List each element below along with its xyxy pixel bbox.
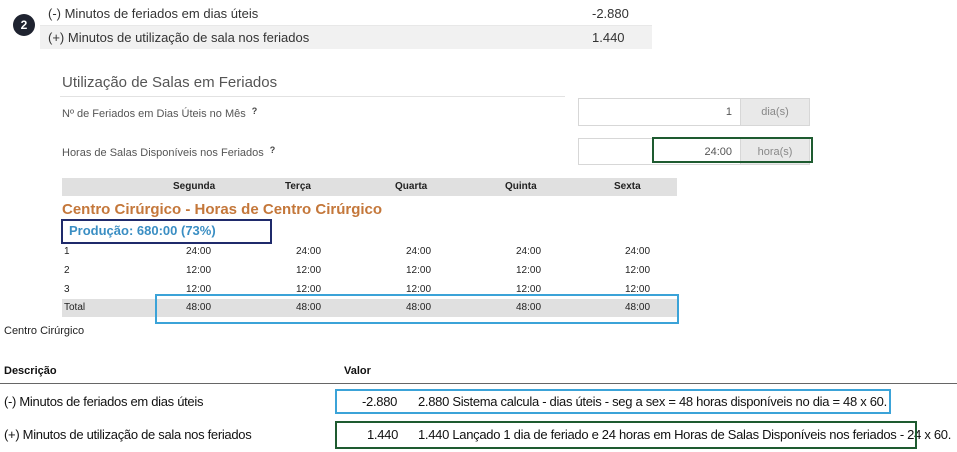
available-hours-label: Horas de Salas Disponíveis nos Feriados? bbox=[62, 145, 276, 159]
report-row-description: (+) Minutos de utilização de sala nos fe… bbox=[4, 427, 252, 442]
day-header: Segunda bbox=[173, 181, 216, 192]
row-cell: 12:00 bbox=[625, 265, 651, 276]
production-text: Produção: 680:00 (73%) bbox=[69, 223, 216, 238]
report-row-description: (-) Minutos de feriados em dias úteis bbox=[4, 394, 204, 409]
help-icon[interactable]: ? bbox=[270, 145, 276, 155]
row-cell: 24:00 bbox=[186, 246, 212, 257]
day-header: Terça bbox=[285, 181, 311, 192]
holidays-count-input[interactable]: 1 bbox=[578, 98, 741, 126]
row-cell: 24:00 bbox=[625, 246, 651, 257]
center-title: Centro Cirúrgico - Horas de Centro Cirúr… bbox=[62, 201, 383, 218]
schedule-row: 2 12:00 12:00 12:00 12:00 12:00 bbox=[62, 262, 677, 280]
row-label: 2 bbox=[64, 265, 70, 276]
row-label: Total bbox=[64, 302, 86, 313]
section-divider bbox=[60, 96, 565, 97]
note-highlight-box bbox=[335, 421, 917, 449]
column-header-value: Valor bbox=[344, 365, 371, 377]
row-cell: 12:00 bbox=[296, 265, 322, 276]
day-header: Quarta bbox=[395, 181, 428, 192]
row-cell: 12:00 bbox=[406, 265, 432, 276]
summary-row: (+) Minutos de utilização de sala nos fe… bbox=[40, 26, 652, 49]
day-header: Quinta bbox=[505, 181, 537, 192]
available-hours-label-text: Horas de Salas Disponíveis nos Feriados bbox=[62, 147, 264, 159]
summary-row-value: -2.880 bbox=[592, 6, 629, 21]
row-label: 3 bbox=[64, 284, 70, 295]
day-header: Sexta bbox=[614, 181, 641, 192]
holidays-count-label: Nº de Feriados em Dias Úteis no Mês? bbox=[62, 106, 258, 120]
row-cell: 24:00 bbox=[406, 246, 432, 257]
hours-highlight-box bbox=[652, 137, 813, 163]
report-section-label: Centro Cirúrgico bbox=[4, 325, 85, 337]
row-label: 1 bbox=[64, 246, 70, 257]
row-cell: 24:00 bbox=[296, 246, 322, 257]
holidays-count-label-text: Nº de Feriados em Dias Úteis no Mês bbox=[62, 108, 246, 120]
row-cell: 24:00 bbox=[516, 246, 542, 257]
section-title: Utilização de Salas em Feriados bbox=[62, 74, 278, 91]
help-icon[interactable]: ? bbox=[252, 106, 258, 116]
top-summary-table: (-) Minutos de feriados em dias úteis -2… bbox=[40, 0, 652, 50]
step-badge: 2 bbox=[13, 14, 35, 36]
row-cell: 12:00 bbox=[186, 265, 212, 276]
days-unit-addon: dia(s) bbox=[741, 98, 810, 126]
column-header-description: Descrição bbox=[4, 365, 57, 377]
schedule-row: 1 24:00 24:00 24:00 24:00 24:00 bbox=[62, 243, 677, 261]
totals-highlight-box bbox=[155, 294, 679, 324]
summary-row-label: (-) Minutos de feriados em dias úteis bbox=[48, 6, 259, 21]
summary-row: (-) Minutos de feriados em dias úteis -2… bbox=[40, 2, 652, 26]
summary-row-label: (+) Minutos de utilização de sala nos fe… bbox=[48, 30, 310, 45]
note-highlight-box bbox=[335, 389, 891, 414]
report-divider bbox=[0, 383, 957, 384]
schedule-header: Segunda Terça Quarta Quinta Sexta bbox=[62, 178, 677, 196]
summary-row-value: 1.440 bbox=[592, 30, 625, 45]
row-cell: 12:00 bbox=[516, 265, 542, 276]
